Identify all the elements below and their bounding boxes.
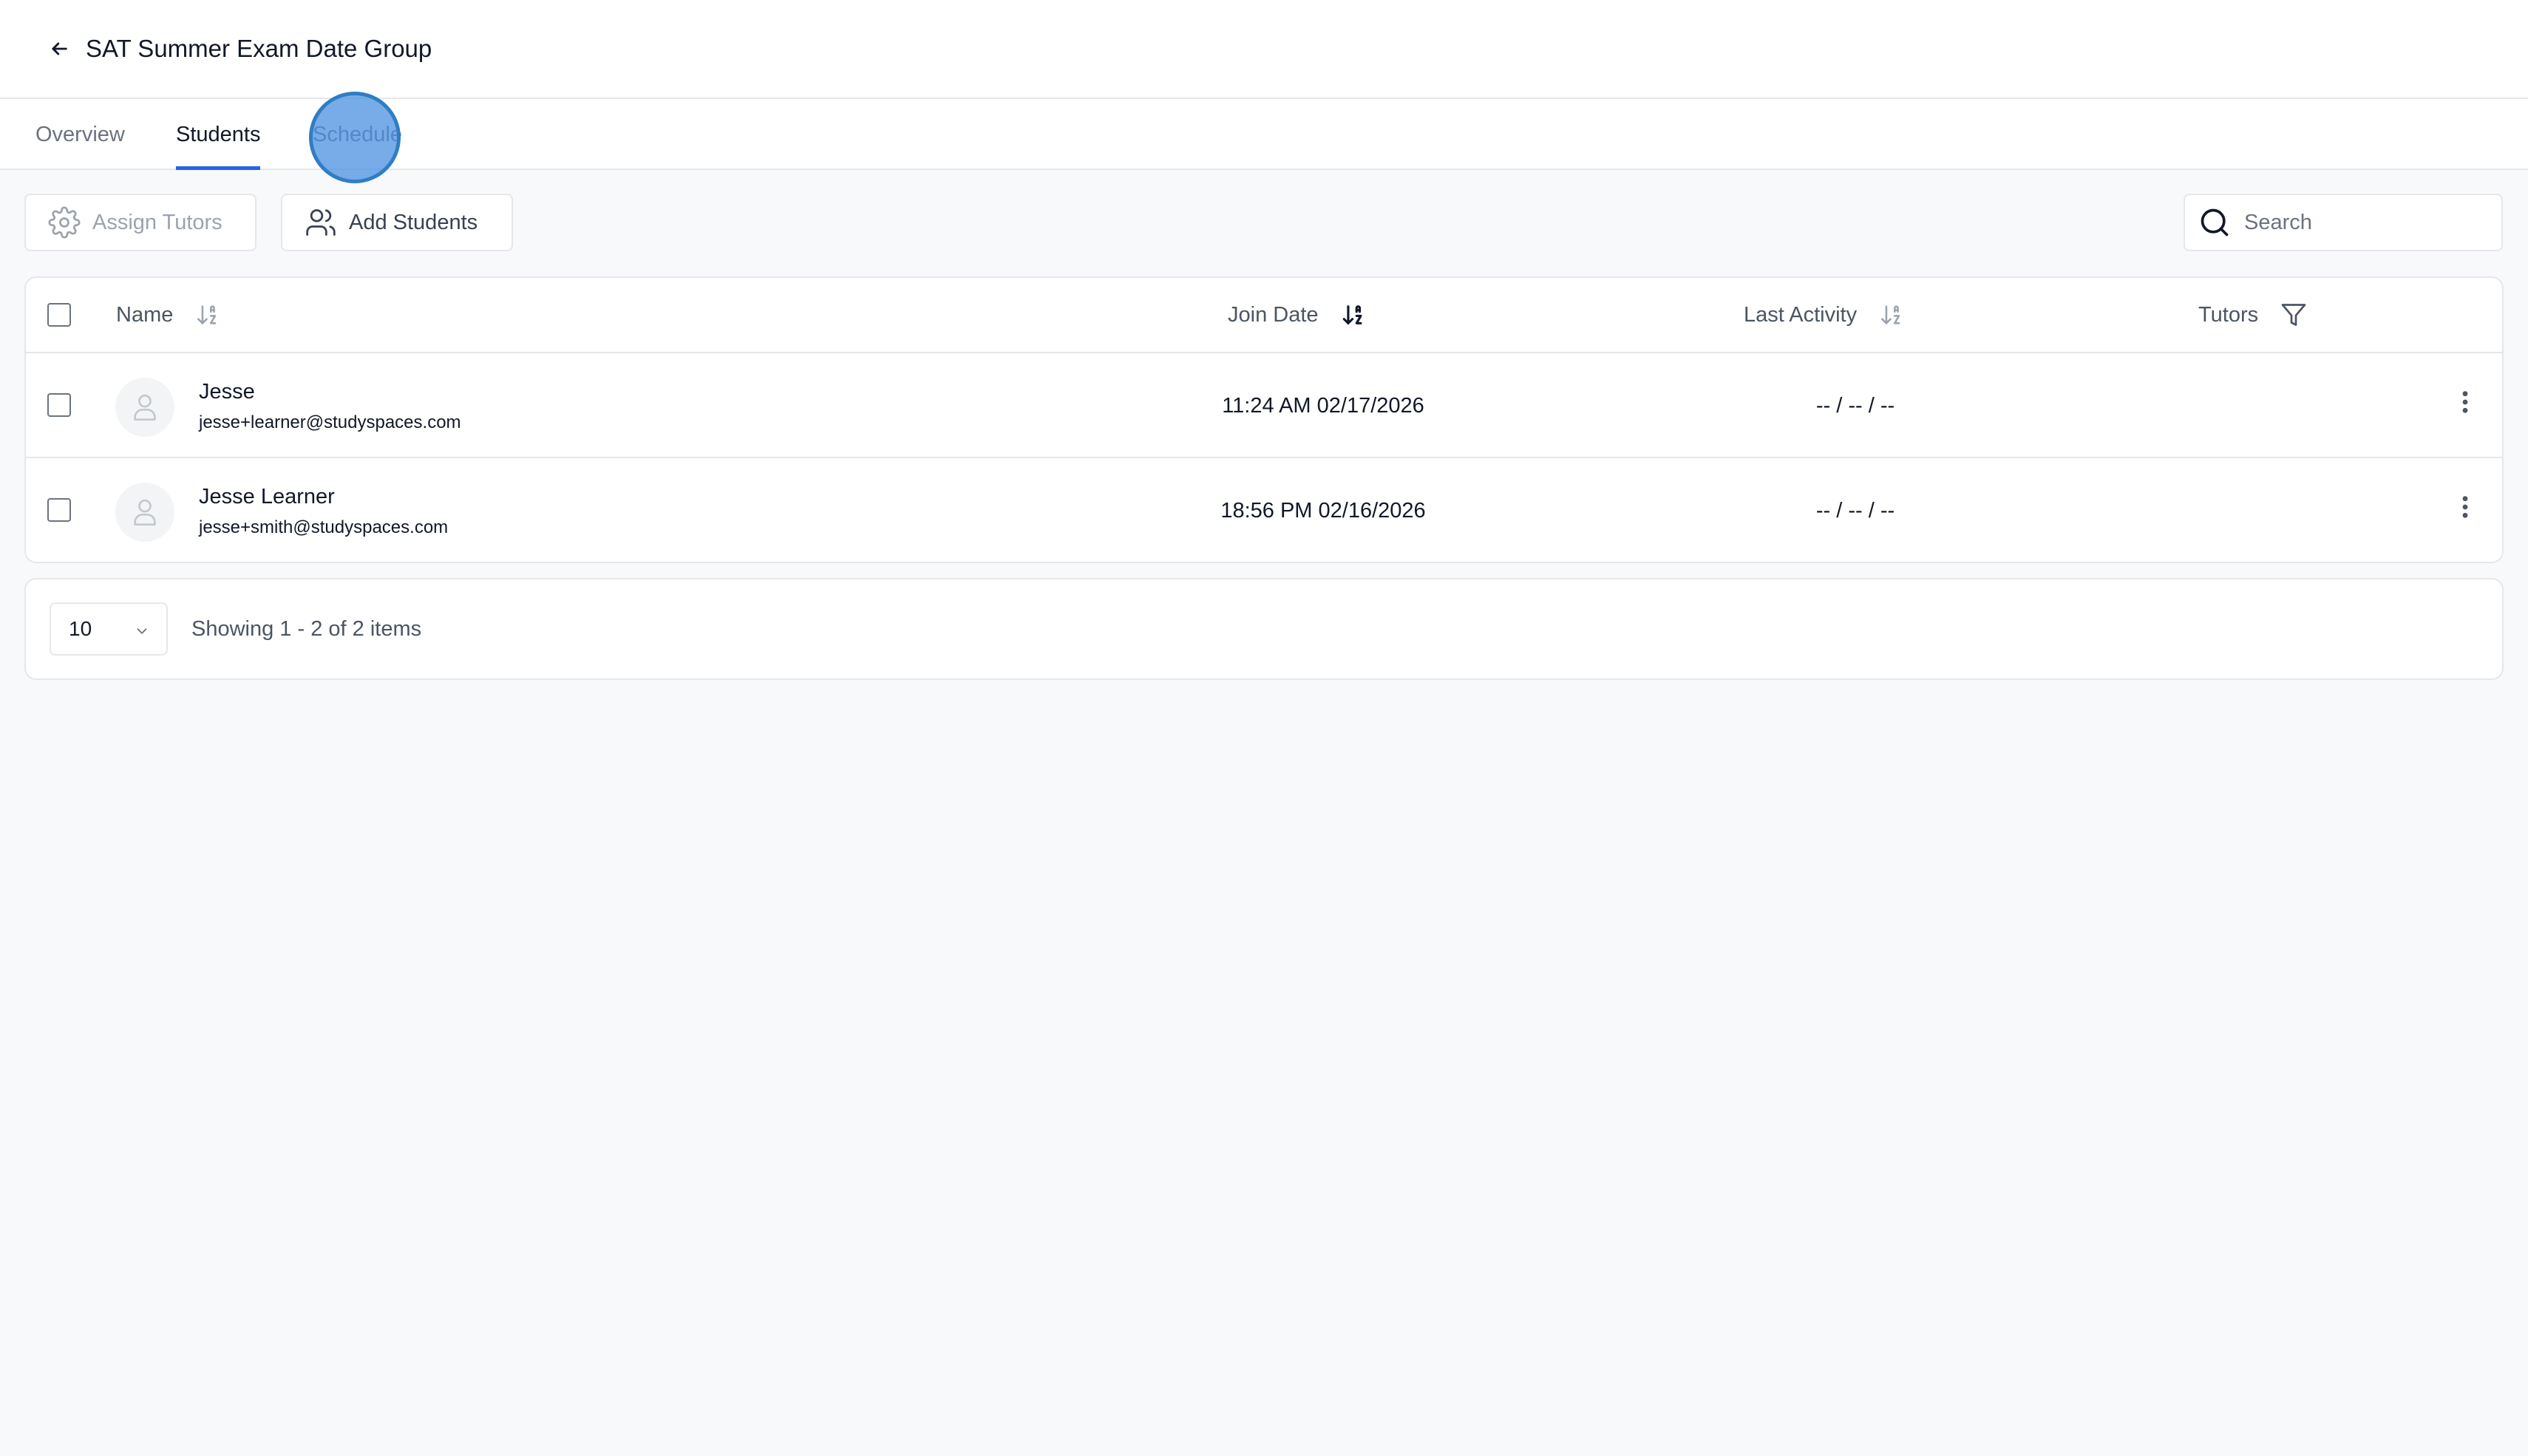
column-tutors-label: Tutors [2198, 302, 2259, 327]
gear-icon [48, 206, 81, 239]
back-button[interactable] [44, 34, 74, 64]
assign-tutors-button[interactable]: Assign Tutors [24, 194, 256, 251]
users-icon [306, 209, 336, 236]
students-table: Name Join Date Last Activity Tutors Jess… [24, 276, 2504, 563]
column-last-activity-label: Last Activity [1744, 302, 1858, 327]
select-all-checkbox[interactable] [47, 303, 71, 327]
sort-icon[interactable] [1879, 302, 1904, 327]
student-email: jesse+smith@studyspaces.com [199, 517, 449, 537]
tutors-cell [2198, 353, 2420, 458]
join-date-cell: 11:24 AM 02/17/2026 [1222, 393, 1424, 418]
row-checkbox[interactable] [47, 498, 71, 522]
row-actions-button[interactable] [2453, 492, 2477, 522]
page-size-value: 10 [69, 617, 92, 640]
more-vertical-icon [2462, 391, 2468, 413]
row-checkbox[interactable] [47, 393, 71, 417]
more-vertical-icon [2462, 496, 2468, 518]
column-join-date-label: Join Date [1228, 302, 1319, 327]
student-name: Jesse [199, 380, 255, 404]
table-header: Name Join Date Last Activity Tutors [26, 278, 2502, 353]
column-name[interactable]: Name [116, 278, 220, 352]
column-join-date[interactable]: Join Date [1228, 278, 1366, 352]
page-size-select[interactable]: 10 [50, 602, 168, 656]
column-name-label: Name [116, 302, 174, 327]
search-box[interactable] [2184, 194, 2503, 251]
avatar [115, 378, 174, 437]
user-icon [134, 394, 156, 421]
student-email: jesse+learner@studyspaces.com [199, 412, 461, 432]
sort-icon[interactable] [195, 302, 220, 327]
row-actions-button[interactable] [2453, 387, 2477, 417]
filter-icon[interactable] [2280, 302, 2307, 328]
student-name: Jesse Learner [199, 485, 335, 508]
tutors-cell [2198, 458, 2420, 562]
avatar [115, 483, 174, 542]
last-activity-cell: -- / -- / -- [1815, 498, 1895, 523]
column-tutors[interactable]: Tutors [2198, 278, 2307, 352]
user-icon [134, 499, 156, 525]
tab-students[interactable]: Students [176, 99, 261, 170]
add-students-button[interactable]: Add Students [281, 194, 513, 251]
table-row[interactable]: Jesse jesse+learner@studyspaces.com 11:2… [26, 353, 2502, 458]
pagination-bar: 10 Showing 1 - 2 of 2 items [24, 578, 2504, 680]
add-students-label: Add Students [349, 210, 478, 234]
join-date-cell: 18:56 PM 02/16/2026 [1220, 498, 1426, 523]
table-row[interactable]: Jesse Learner jesse+smith@studyspaces.co… [26, 458, 2502, 562]
chevron-down-icon [137, 628, 147, 634]
tab-overview[interactable]: Overview [35, 99, 125, 170]
assign-tutors-label: Assign Tutors [92, 210, 222, 234]
page-header: SAT Summer Exam Date Group [0, 0, 2528, 99]
column-last-activity[interactable]: Last Activity [1744, 278, 1904, 352]
search-icon [2201, 208, 2229, 237]
sort-icon[interactable] [1341, 302, 1366, 327]
last-activity-cell: -- / -- / -- [1815, 393, 1895, 418]
arrow-left-icon [52, 42, 67, 55]
pagination-summary: Showing 1 - 2 of 2 items [191, 616, 422, 641]
search-input[interactable] [2244, 210, 2495, 235]
tab-schedule[interactable]: Schedule [313, 99, 402, 170]
page-title: SAT Summer Exam Date Group [86, 35, 432, 62]
tab-bar: Overview Students Schedule [0, 99, 2528, 170]
